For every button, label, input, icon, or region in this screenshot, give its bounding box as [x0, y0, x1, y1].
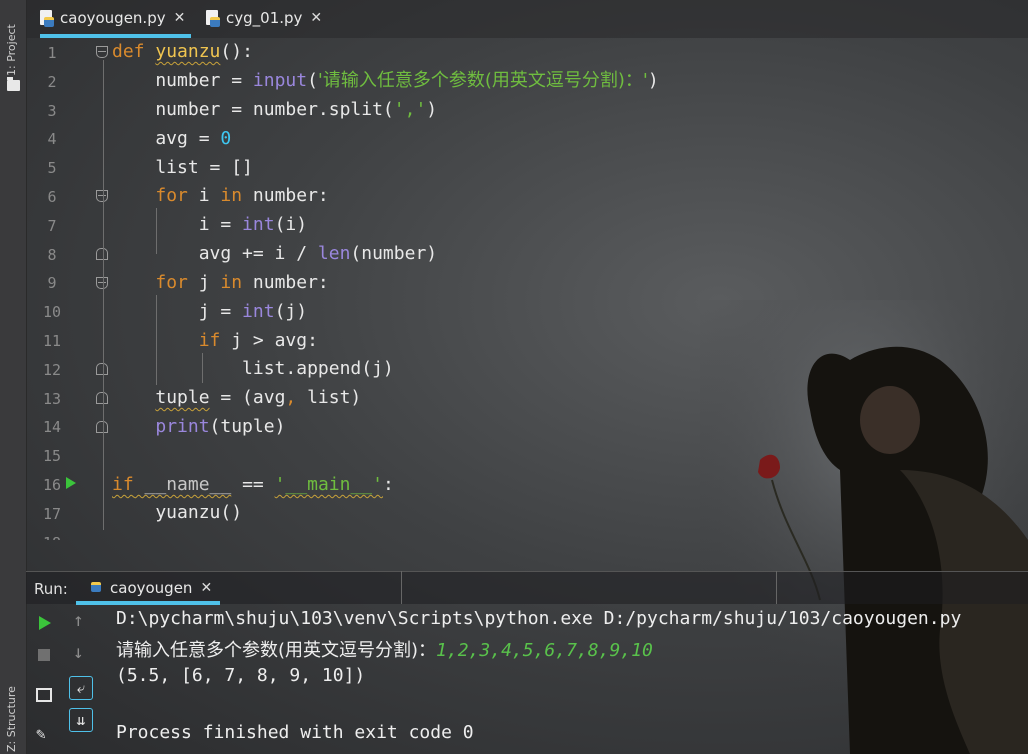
console-prompt-line: 请输入任意多个参数(用英文逗号分割)：1,2,3,4,5,6,7,8,9,10 — [116, 636, 653, 662]
python-file-icon — [40, 10, 54, 27]
run-panel-header: Run: caoyougen ✕ — [26, 571, 1028, 605]
code-line-11: if j > avg: — [198, 330, 318, 351]
code-line-8: avg += i / len(number) — [112, 243, 438, 264]
console-result: (5.5, [6, 7, 8, 9, 10]) — [116, 665, 366, 686]
code-line-4: avg = 0 — [112, 128, 232, 149]
line-number: 5 — [47, 159, 57, 178]
code-line-17: yuanzu() — [112, 502, 243, 523]
line-number: 8 — [47, 245, 57, 264]
soft-wrap-icon[interactable]: ⤶ — [69, 676, 93, 700]
code-line-1: def yuanzu(): — [112, 41, 253, 62]
code-line-9: for j in number: — [155, 272, 329, 293]
line-number: 3 — [47, 101, 57, 120]
fold-marker[interactable] — [96, 392, 108, 404]
run-tab-label: caoyougen — [110, 579, 193, 597]
tab-label: cyg_01.py — [226, 9, 303, 27]
project-tool-tab[interactable]: 1: Project — [5, 24, 18, 76]
close-icon[interactable]: ✕ — [200, 580, 212, 596]
line-number: 1 — [47, 44, 57, 62]
tab-label: caoyougen.py — [60, 9, 166, 27]
line-number: 2 — [47, 72, 57, 91]
run-toolbar: ✎ — [26, 604, 61, 754]
console-user-input: 1,2,3,4,5,6,7,8,9,10 — [436, 640, 653, 661]
line-number: 14 — [42, 418, 62, 437]
line-number: 15 — [42, 447, 62, 466]
fold-marker[interactable] — [96, 363, 108, 375]
console-toolbar: ↑ ↓ ⤶ ⇊ — [63, 604, 98, 754]
down-arrow-icon[interactable]: ↓ — [73, 642, 93, 663]
line-number: 4 — [47, 130, 57, 149]
code-line-16: if __name__ == '__main__': — [112, 474, 394, 495]
fold-marker[interactable] — [96, 248, 108, 260]
scroll-to-end-icon[interactable]: ⇊ — [69, 708, 93, 732]
python-file-icon — [206, 10, 220, 27]
code-line-10: j = int(j) — [112, 301, 308, 322]
run-gutter-icon[interactable] — [66, 477, 76, 489]
close-icon[interactable]: ✕ — [174, 10, 186, 26]
line-number: 7 — [47, 216, 57, 235]
code-line-3: number = number.split(',') — [112, 99, 438, 120]
console-prompt: 请输入任意多个参数(用英文逗号分割)： — [116, 640, 437, 661]
run-label: Run: — [34, 580, 68, 598]
code-line-6: for i in number: — [155, 185, 329, 206]
code-line-12: list.append(j) — [112, 358, 394, 379]
line-number: 6 — [47, 188, 57, 206]
stop-icon[interactable] — [38, 649, 50, 661]
up-arrow-icon[interactable]: ↑ — [73, 610, 93, 631]
line-number: 9 — [47, 274, 57, 293]
tool-window-strip — [0, 0, 27, 754]
line-number: 12 — [42, 360, 62, 379]
editor-tab-bar: caoyougen.py ✕ cyg_01.py ✕ — [26, 0, 1028, 38]
line-number: 10 — [42, 303, 62, 322]
tab-caoyougen[interactable]: caoyougen.py ✕ — [40, 0, 192, 38]
line-number: 13 — [42, 389, 62, 408]
code-editor[interactable]: 123456789101112131415161718 def yuanzu()… — [26, 38, 1028, 540]
structure-tool-tab[interactable]: Z: Structure — [5, 686, 18, 752]
code-line-5: list = [] — [112, 157, 253, 178]
line-number: 17 — [42, 504, 62, 523]
code-line-2: number = input('请输入任意多个参数(用英文逗号分割)：') — [112, 70, 659, 91]
python-icon — [90, 580, 104, 596]
run-tab-caoyougen[interactable]: caoyougen ✕ — [76, 572, 221, 605]
layout-icon[interactable] — [36, 688, 52, 702]
console-exit-message: Process finished with exit code 0 — [116, 722, 474, 743]
console-command: D:\pycharm\shuju\103\venv\Scripts\python… — [116, 608, 962, 629]
fold-marker[interactable] — [96, 46, 108, 58]
close-icon[interactable]: ✕ — [310, 10, 322, 26]
fold-marker[interactable] — [96, 277, 108, 289]
rerun-icon[interactable] — [39, 616, 51, 630]
pin-icon[interactable]: ✎ — [36, 724, 56, 744]
code-line-14: print(tuple) — [155, 416, 286, 437]
tab-cyg-01[interactable]: cyg_01.py ✕ — [206, 0, 322, 36]
line-number: 11 — [42, 332, 62, 350]
code-line-7: i = int(i) — [112, 214, 308, 235]
fold-marker[interactable] — [96, 190, 108, 202]
fold-marker[interactable] — [96, 421, 108, 433]
line-number: 18 — [26, 534, 78, 540]
folder-icon[interactable] — [7, 77, 20, 91]
code-line-13: tuple = (avg, list) — [155, 387, 362, 408]
